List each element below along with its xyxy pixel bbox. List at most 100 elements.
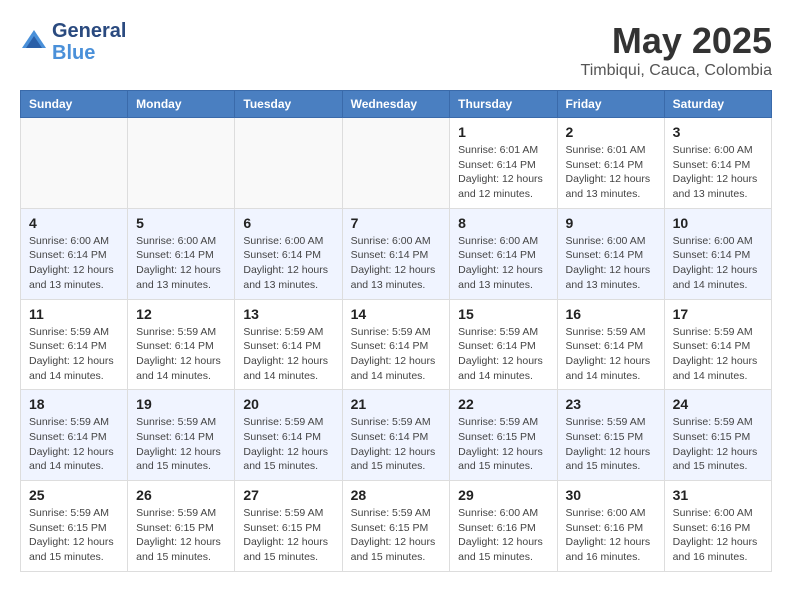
day-cell: 14Sunrise: 5:59 AM Sunset: 6:14 PM Dayli…: [342, 299, 450, 390]
day-number: 27: [243, 487, 333, 503]
day-number: 17: [673, 306, 763, 322]
header-saturday: Saturday: [664, 91, 771, 118]
day-number: 15: [458, 306, 548, 322]
day-number: 29: [458, 487, 548, 503]
day-info: Sunrise: 5:59 AM Sunset: 6:15 PM Dayligh…: [351, 506, 442, 565]
day-number: 28: [351, 487, 442, 503]
day-cell: 21 Sunrise: 5:59 AM Sunset: 6:14 PM Dayli…: [342, 390, 450, 481]
day-info: Sunrise: 5:59 AM Sunset: 6:14 PM Dayligh…: [351, 415, 442, 474]
day-number: 30: [566, 487, 656, 503]
month-title: May 2025: [581, 20, 772, 62]
day-cell: 12Sunrise: 5:59 AM Sunset: 6:14 PM Dayli…: [128, 299, 235, 390]
day-cell: 7 Sunrise: 6:00 AM Sunset: 6:14 PM Daylig…: [342, 208, 450, 299]
day-cell: 25 Sunrise: 5:59 AM Sunset: 6:15 PM Dayli…: [21, 481, 128, 572]
day-info: Sunrise: 5:59 AM Sunset: 6:15 PM Dayligh…: [566, 415, 656, 474]
week-row-3: 11 Sunrise: 5:59 AM Sunset: 6:14 PM Dayli…: [21, 299, 772, 390]
day-number: 24: [673, 396, 763, 412]
day-number: 11: [29, 306, 119, 322]
day-number: 20: [243, 396, 333, 412]
day-info: Sunrise: 5:59 AM Sunset: 6:14 PM Dayligh…: [29, 415, 119, 474]
day-info: Sunrise: 5:59 AM Sunset: 6:14 PM Dayligh…: [243, 415, 333, 474]
day-cell: 30Sunrise: 6:00 AM Sunset: 6:16 PM Dayli…: [557, 481, 664, 572]
day-cell: 29 Sunrise: 6:00 AM Sunset: 6:16 PM Dayli…: [450, 481, 557, 572]
day-cell: [235, 118, 342, 209]
logo-text-line2: Blue: [52, 42, 126, 64]
day-info: Sunrise: 5:59 AM Sunset: 6:15 PM Dayligh…: [458, 415, 548, 474]
day-number: 2: [566, 124, 656, 140]
day-info: Sunrise: 6:00 AM Sunset: 6:14 PM Dayligh…: [673, 143, 763, 202]
day-number: 26: [136, 487, 226, 503]
day-number: 6: [243, 215, 333, 231]
day-number: 21: [351, 396, 442, 412]
day-cell: 18 Sunrise: 5:59 AM Sunset: 6:14 PM Dayli…: [21, 390, 128, 481]
day-number: 23: [566, 396, 656, 412]
day-cell: 2Sunrise: 6:01 AM Sunset: 6:14 PM Daylig…: [557, 118, 664, 209]
header-monday: Monday: [128, 91, 235, 118]
day-number: 31: [673, 487, 763, 503]
day-number: 19: [136, 396, 226, 412]
day-cell: 20 Sunrise: 5:59 AM Sunset: 6:14 PM Dayli…: [235, 390, 342, 481]
day-cell: 15 Sunrise: 5:59 AM Sunset: 6:14 PM Dayli…: [450, 299, 557, 390]
day-info: Sunrise: 6:01 AM Sunset: 6:14 PM Dayligh…: [458, 143, 548, 202]
day-info: Sunrise: 5:59 AM Sunset: 6:15 PM Dayligh…: [243, 506, 333, 565]
day-info: Sunrise: 6:00 AM Sunset: 6:14 PM Dayligh…: [351, 234, 442, 293]
day-cell: 8Sunrise: 6:00 AM Sunset: 6:14 PM Daylig…: [450, 208, 557, 299]
week-row-1: 1 Sunrise: 6:01 AM Sunset: 6:14 PM Daylig…: [21, 118, 772, 209]
day-info: Sunrise: 5:59 AM Sunset: 6:14 PM Dayligh…: [458, 325, 548, 384]
day-info: Sunrise: 6:00 AM Sunset: 6:14 PM Dayligh…: [566, 234, 656, 293]
header-thursday: Thursday: [450, 91, 557, 118]
day-info: Sunrise: 6:00 AM Sunset: 6:14 PM Dayligh…: [673, 234, 763, 293]
header-tuesday: Tuesday: [235, 91, 342, 118]
title-block: May 2025 Timbiqui, Cauca, Colombia: [581, 20, 772, 80]
day-cell: 3 Sunrise: 6:00 AM Sunset: 6:14 PM Daylig…: [664, 118, 771, 209]
day-info: Sunrise: 5:59 AM Sunset: 6:14 PM Dayligh…: [243, 325, 333, 384]
day-cell: 22 Sunrise: 5:59 AM Sunset: 6:15 PM Dayli…: [450, 390, 557, 481]
logo-icon: [20, 28, 48, 56]
day-number: 1: [458, 124, 548, 140]
day-info: Sunrise: 5:59 AM Sunset: 6:15 PM Dayligh…: [673, 415, 763, 474]
day-info: Sunrise: 5:59 AM Sunset: 6:15 PM Dayligh…: [29, 506, 119, 565]
day-number: 18: [29, 396, 119, 412]
day-info: Sunrise: 6:00 AM Sunset: 6:16 PM Dayligh…: [458, 506, 548, 565]
day-cell: 13 Sunrise: 5:59 AM Sunset: 6:14 PM Dayli…: [235, 299, 342, 390]
day-number: 16: [566, 306, 656, 322]
logo: General Blue: [20, 20, 126, 64]
calendar-table: Sunday Monday Tuesday Wednesday Thursday…: [20, 90, 772, 572]
day-cell: 26 Sunrise: 5:59 AM Sunset: 6:15 PM Dayli…: [128, 481, 235, 572]
day-number: 25: [29, 487, 119, 503]
day-info: Sunrise: 5:59 AM Sunset: 6:14 PM Dayligh…: [136, 325, 226, 384]
week-row-5: 25 Sunrise: 5:59 AM Sunset: 6:15 PM Dayli…: [21, 481, 772, 572]
day-cell: 9 Sunrise: 6:00 AM Sunset: 6:14 PM Daylig…: [557, 208, 664, 299]
day-info: Sunrise: 6:00 AM Sunset: 6:14 PM Dayligh…: [29, 234, 119, 293]
day-info: Sunrise: 5:59 AM Sunset: 6:15 PM Dayligh…: [136, 506, 226, 565]
day-number: 4: [29, 215, 119, 231]
page-header: General Blue May 2025 Timbiqui, Cauca, C…: [20, 20, 772, 80]
day-cell: 27 Sunrise: 5:59 AM Sunset: 6:15 PM Dayli…: [235, 481, 342, 572]
day-number: 7: [351, 215, 442, 231]
day-cell: 31Sunrise: 6:00 AM Sunset: 6:16 PM Dayli…: [664, 481, 771, 572]
day-cell: 23 Sunrise: 5:59 AM Sunset: 6:15 PM Dayli…: [557, 390, 664, 481]
day-cell: [128, 118, 235, 209]
day-cell: 17Sunrise: 5:59 AM Sunset: 6:14 PM Dayli…: [664, 299, 771, 390]
week-row-4: 18 Sunrise: 5:59 AM Sunset: 6:14 PM Dayli…: [21, 390, 772, 481]
day-cell: 5Sunrise: 6:00 AM Sunset: 6:14 PM Daylig…: [128, 208, 235, 299]
day-info: Sunrise: 6:00 AM Sunset: 6:14 PM Dayligh…: [458, 234, 548, 293]
day-number: 5: [136, 215, 226, 231]
day-cell: 4 Sunrise: 6:00 AM Sunset: 6:14 PM Daylig…: [21, 208, 128, 299]
day-number: 22: [458, 396, 548, 412]
location-subtitle: Timbiqui, Cauca, Colombia: [581, 62, 772, 80]
day-cell: 16Sunrise: 5:59 AM Sunset: 6:14 PM Dayli…: [557, 299, 664, 390]
header-friday: Friday: [557, 91, 664, 118]
day-cell: [21, 118, 128, 209]
week-row-2: 4 Sunrise: 6:00 AM Sunset: 6:14 PM Daylig…: [21, 208, 772, 299]
day-cell: 24 Sunrise: 5:59 AM Sunset: 6:15 PM Dayli…: [664, 390, 771, 481]
day-info: Sunrise: 6:00 AM Sunset: 6:14 PM Dayligh…: [243, 234, 333, 293]
header-wednesday: Wednesday: [342, 91, 450, 118]
logo-text-line1: General: [52, 20, 126, 42]
day-cell: 10Sunrise: 6:00 AM Sunset: 6:14 PM Dayli…: [664, 208, 771, 299]
weekday-header-row: Sunday Monday Tuesday Wednesday Thursday…: [21, 91, 772, 118]
day-number: 14: [351, 306, 442, 322]
day-number: 13: [243, 306, 333, 322]
day-number: 3: [673, 124, 763, 140]
day-number: 9: [566, 215, 656, 231]
